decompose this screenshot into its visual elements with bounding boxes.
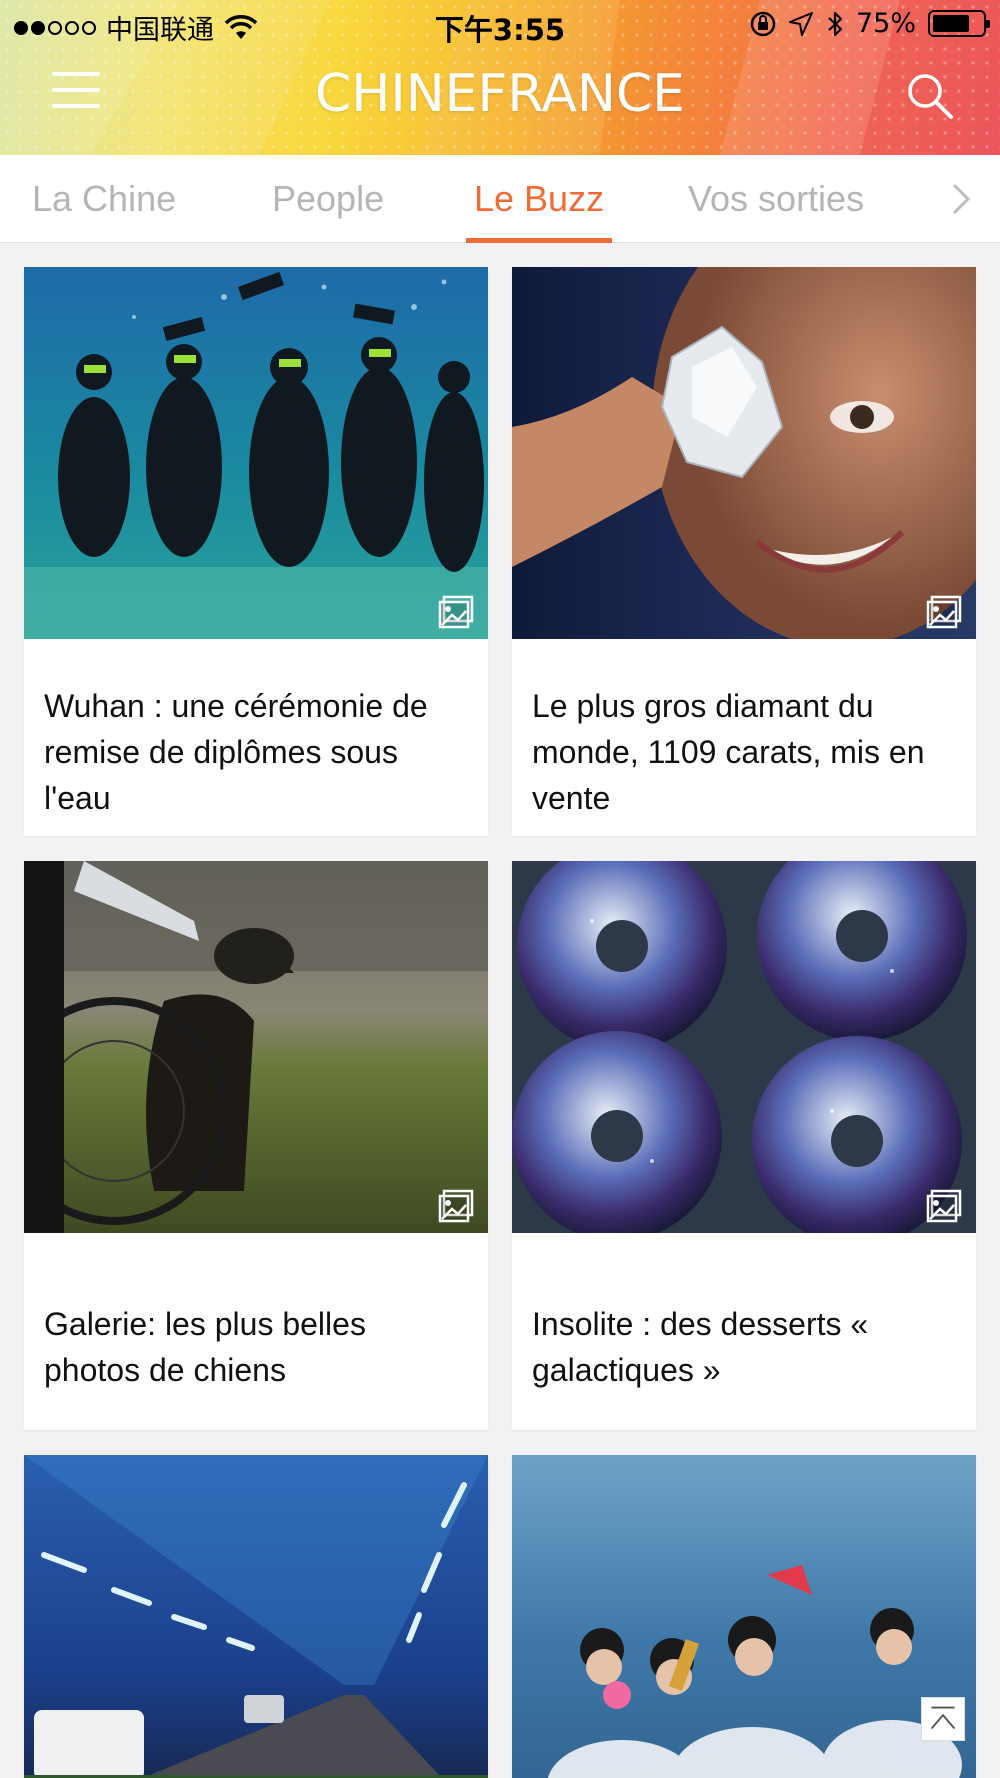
article-image <box>512 267 976 639</box>
tab-vos-sorties[interactable]: Vos sorties <box>688 155 864 243</box>
gallery-icon <box>926 595 962 629</box>
article-image <box>24 267 488 639</box>
search-icon[interactable] <box>904 70 956 122</box>
article-card[interactable]: Insolite : des desserts « galactiques » <box>512 861 976 1430</box>
status-bar: 中国联通 下午3:55 75% <box>0 0 1000 50</box>
tab-la-chine[interactable]: La Chine <box>32 155 176 243</box>
wifi-icon <box>224 14 258 39</box>
location-arrow-icon <box>788 11 813 36</box>
signal-strength-icon <box>14 20 96 35</box>
battery-percentage: 75% <box>855 8 916 39</box>
gallery-icon <box>926 1189 962 1223</box>
article-image <box>512 1455 976 1778</box>
battery-icon <box>928 10 990 37</box>
app-header: 中国联通 下午3:55 75% CHINEFRANCE <box>0 0 1000 155</box>
rotation-lock-icon <box>750 11 776 36</box>
article-image <box>24 861 488 1233</box>
article-card[interactable]: Wuhan : une cérémonie de remise de diplô… <box>24 267 488 836</box>
article-card[interactable]: Le plus gros diamant du monde, 1109 cara… <box>512 267 976 836</box>
article-card[interactable]: Galerie: les plus belles photos de chien… <box>24 861 488 1430</box>
article-title: Wuhan : une cérémonie de remise de diplô… <box>44 688 428 816</box>
article-title: Galerie: les plus belles photos de chien… <box>44 1306 366 1388</box>
article-title: Insolite : des desserts « galactiques » <box>532 1306 869 1388</box>
gallery-icon <box>438 1189 474 1223</box>
brand-title: CHINEFRANCE <box>314 64 686 124</box>
article-card[interactable] <box>24 1455 488 1778</box>
article-image <box>512 861 976 1233</box>
tab-people[interactable]: People <box>272 155 384 243</box>
category-tabs: La Chine People Le Buzz Vos sorties <box>0 155 1000 243</box>
scroll-to-top-icon[interactable] <box>921 1697 965 1741</box>
article-title: Le plus gros diamant du monde, 1109 cara… <box>532 688 925 816</box>
tab-le-buzz[interactable]: Le Buzz <box>465 155 613 243</box>
article-image <box>24 1455 488 1778</box>
carrier-name: 中国联通 <box>106 15 214 46</box>
bluetooth-icon <box>828 11 843 36</box>
chevron-right-icon[interactable] <box>944 181 976 217</box>
battery-fill <box>933 15 969 32</box>
gallery-icon <box>438 595 474 629</box>
article-card[interactable] <box>512 1455 976 1778</box>
